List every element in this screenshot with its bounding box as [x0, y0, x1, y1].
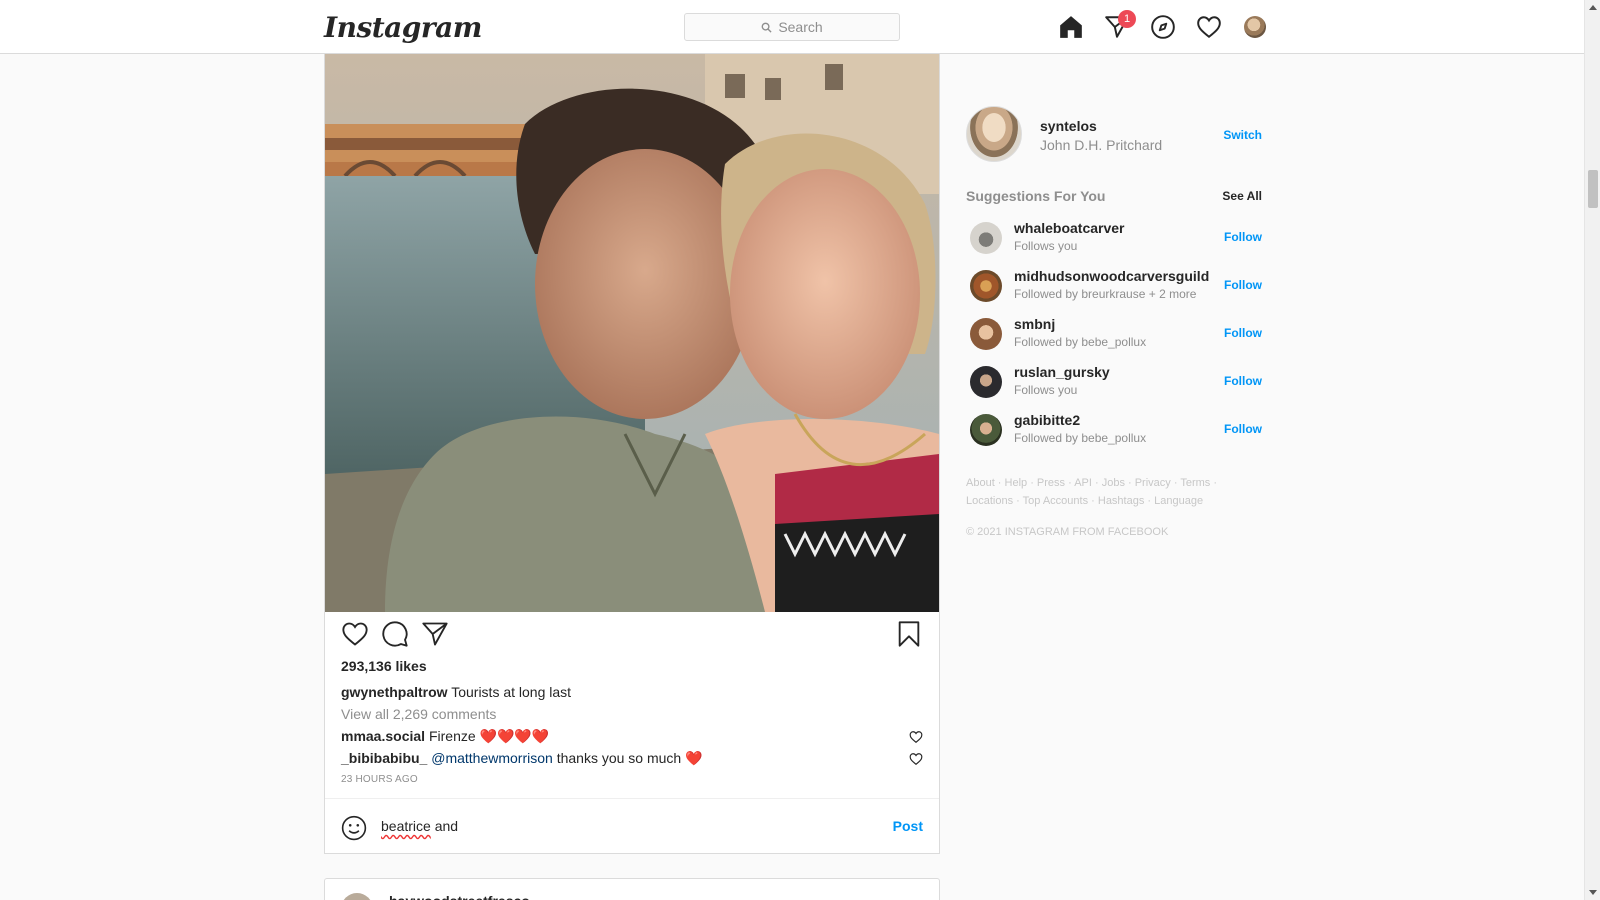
suggestion-avatar[interactable]: [970, 318, 1002, 350]
see-all-link[interactable]: See All: [1222, 189, 1262, 203]
activity-heart-icon[interactable]: [1196, 14, 1222, 40]
notification-badge: 1: [1118, 10, 1136, 28]
post-actions: [341, 620, 923, 652]
emoji-smiley-icon[interactable]: [341, 815, 367, 841]
nav-icons: 1: [1058, 10, 1266, 40]
follow-button[interactable]: Follow: [1224, 422, 1262, 436]
search-input[interactable]: Search: [684, 13, 900, 41]
suggestion-item: gabibitte2 Followed by bebe_pollux Follo…: [966, 406, 1262, 454]
suggestion-item: midhudsonwoodcarversguild Followed by br…: [966, 262, 1262, 310]
suggestion-item: smbnj Followed by bebe_pollux Follow: [966, 310, 1262, 358]
current-fullname: John D.H. Pritchard: [1040, 137, 1163, 153]
instagram-logo[interactable]: Instagram: [324, 11, 482, 44]
copyright-text: © 2021 INSTAGRAM FROM FACEBOOK: [966, 526, 1169, 538]
suggestion-avatar[interactable]: [970, 414, 1002, 446]
suggestion-subtitle: Followed by bebe_pollux: [1014, 431, 1147, 445]
post-photo[interactable]: [325, 54, 939, 612]
comment-draft-word: and: [434, 818, 459, 834]
suggestion-subtitle: Follows you: [1014, 383, 1078, 397]
suggestion-subtitle: Followed by bebe_pollux: [1014, 335, 1147, 349]
post-photo-image: [325, 54, 939, 612]
search-placeholder: Search: [778, 19, 823, 35]
like-heart-icon[interactable]: [341, 620, 369, 648]
suggestion-username[interactable]: smbnj: [1014, 316, 1055, 332]
suggestion-username[interactable]: ruslan_gursky: [1014, 364, 1110, 380]
comment-row: mmaa.social Firenze ❤️❤️❤️❤️: [341, 728, 923, 745]
comment-like-heart-icon[interactable]: [909, 730, 923, 744]
comment-mention-link[interactable]: @matthewmorrison: [431, 750, 553, 766]
add-comment-bar: beatrice and Post: [325, 798, 939, 854]
comment-username[interactable]: _bibibabibu_: [341, 750, 427, 766]
suggestion-username[interactable]: gabibitte2: [1014, 412, 1080, 428]
scrollbar-thumb[interactable]: [1588, 170, 1598, 208]
top-navigation: Instagram Search 1: [0, 0, 1584, 54]
suggestion-avatar[interactable]: [970, 366, 1002, 398]
suggestions-list: whaleboatcarver Follows you Follow midhu…: [966, 214, 1262, 454]
next-feed-post: haywoodstreetfresco: [324, 878, 940, 900]
scroll-up-arrow-icon[interactable]: [1589, 5, 1597, 10]
page-scrollbar[interactable]: [1584, 0, 1600, 900]
explore-compass-icon[interactable]: [1150, 14, 1176, 40]
comment-text: Firenze ❤️❤️❤️❤️: [428, 728, 550, 744]
suggestions-header: Suggestions For You See All: [966, 188, 1262, 208]
follow-button[interactable]: Follow: [1224, 230, 1262, 244]
next-post-username[interactable]: haywoodstreetfresco: [389, 893, 530, 900]
current-user-avatar[interactable]: [966, 106, 1022, 162]
switch-account-button[interactable]: Switch: [1223, 128, 1262, 142]
search-icon: [761, 22, 772, 33]
current-username[interactable]: syntelos: [1040, 118, 1097, 134]
likes-count[interactable]: 293,136 likes: [341, 658, 427, 674]
comment-text: thanks you so much ❤️: [556, 750, 703, 766]
footer-links-line[interactable]: Locations · Top Accounts · Hashtags · La…: [966, 492, 1262, 510]
scroll-down-arrow-icon[interactable]: [1589, 890, 1597, 895]
caption-text: Tourists at long last: [451, 684, 572, 700]
footer-links: About · Help · Press · API · Jobs · Priv…: [966, 474, 1262, 510]
post-timestamp[interactable]: 23 HOURS AGO: [341, 774, 418, 785]
share-paper-plane-icon[interactable]: [421, 620, 449, 648]
suggestion-username[interactable]: whaleboatcarver: [1014, 220, 1125, 236]
suggestion-username[interactable]: midhudsonwoodcarversguild: [1014, 268, 1209, 284]
post-caption: gwynethpaltrow Tourists at long last: [341, 684, 571, 700]
right-sidebar: syntelos John D.H. Pritchard Switch Sugg…: [966, 104, 1262, 538]
comment-draft-word: beatrice: [381, 818, 431, 834]
current-user: syntelos John D.H. Pritchard Switch: [966, 104, 1262, 164]
post-comment-button[interactable]: Post: [893, 818, 923, 834]
feed-post: 293,136 likes gwynethpaltrow Tourists at…: [324, 54, 940, 854]
footer-links-line[interactable]: About · Help · Press · API · Jobs · Priv…: [966, 474, 1262, 492]
follow-button[interactable]: Follow: [1224, 374, 1262, 388]
comment-input[interactable]: beatrice and: [381, 818, 458, 834]
suggestion-avatar[interactable]: [970, 222, 1002, 254]
profile-avatar[interactable]: [1244, 16, 1266, 38]
suggestions-title: Suggestions For You: [966, 188, 1106, 204]
next-post-avatar[interactable]: [341, 893, 373, 900]
suggestion-subtitle: Follows you: [1014, 239, 1078, 253]
comment-username[interactable]: mmaa.social: [341, 728, 425, 744]
suggestion-avatar[interactable]: [970, 270, 1002, 302]
direct-messages-icon[interactable]: 1: [1104, 10, 1136, 40]
suggestion-subtitle: Followed by breurkrause + 2 more: [1014, 287, 1197, 301]
comment-bubble-icon[interactable]: [381, 620, 409, 648]
suggestion-item: whaleboatcarver Follows you Follow: [966, 214, 1262, 262]
suggestion-item: ruslan_gursky Follows you Follow: [966, 358, 1262, 406]
view-all-comments-link[interactable]: View all 2,269 comments: [341, 706, 496, 722]
follow-button[interactable]: Follow: [1224, 278, 1262, 292]
bookmark-save-icon[interactable]: [895, 620, 923, 648]
comment-row: _bibibabibu_ @matthewmorrison thanks you…: [341, 750, 923, 767]
caption-username[interactable]: gwynethpaltrow: [341, 684, 448, 700]
home-icon[interactable]: [1058, 14, 1084, 40]
follow-button[interactable]: Follow: [1224, 326, 1262, 340]
comment-like-heart-icon[interactable]: [909, 752, 923, 766]
